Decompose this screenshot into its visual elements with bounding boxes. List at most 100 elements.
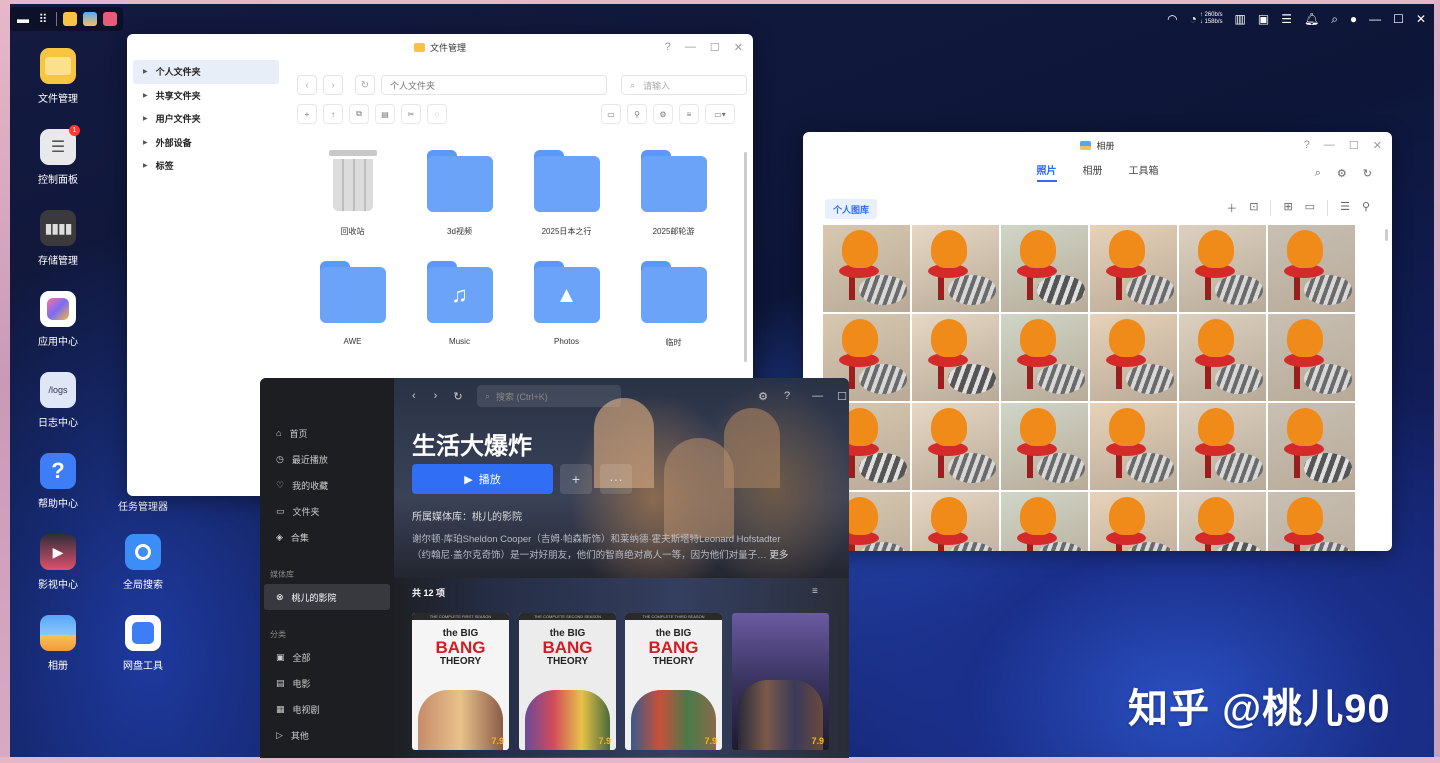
filter-button[interactable]: ⚲ xyxy=(627,104,647,124)
desktop-icon-log-center[interactable]: /logs 日志中心 xyxy=(23,372,93,429)
play-button[interactable]: ▶ 播放 xyxy=(412,464,553,494)
photo-thumbnail[interactable] xyxy=(1179,225,1266,312)
scrollbar[interactable] xyxy=(1385,229,1388,241)
gear-icon[interactable]: ⚙ xyxy=(1337,167,1347,180)
photo-thumbnail[interactable] xyxy=(1179,403,1266,490)
refresh-icon[interactable]: ↻ xyxy=(453,390,462,403)
close-icon[interactable]: ✕ xyxy=(1416,12,1426,26)
user-icon[interactable]: ● xyxy=(1350,12,1357,26)
photo-thumbnail[interactable] xyxy=(1179,492,1266,551)
search-input[interactable]: ⌕ 搜索 (Ctrl+K) xyxy=(477,385,621,407)
photo-thumbnail[interactable] xyxy=(1001,403,1088,490)
sort-button[interactable]: ≡ xyxy=(679,104,699,124)
photo-thumbnail[interactable] xyxy=(912,314,999,401)
folder-view-icon[interactable]: ▭ xyxy=(1305,200,1315,216)
add-button[interactable]: + xyxy=(560,464,592,494)
sidebar-item-home[interactable]: ⌂ 首页 xyxy=(264,420,390,446)
maximize-icon[interactable]: ☐ xyxy=(1393,12,1404,26)
sidebar-item-recent[interactable]: ◷ 最近播放 xyxy=(264,446,390,472)
window-titlebar[interactable]: 相册 ? — ☐ ✕ xyxy=(803,132,1392,158)
minimize-icon[interactable]: — xyxy=(1324,139,1335,151)
poster-card[interactable]: THE COMPLETE SECOND SEASON the BIG BANG TH… xyxy=(519,613,616,750)
desktop-icon-cloud-tool[interactable]: 网盘工具 xyxy=(108,615,178,672)
sidebar-item-shared[interactable]: ▶ 共享文件夹 xyxy=(133,84,279,108)
photo-thumbnail[interactable] xyxy=(1090,314,1177,401)
settings-button[interactable]: ⚙ xyxy=(653,104,673,124)
sidebar-item-all[interactable]: ▣ 全部 xyxy=(264,644,390,670)
file-item[interactable]: 3d视频 xyxy=(406,150,513,237)
face-scan-icon[interactable]: ⊡ xyxy=(1249,200,1258,216)
back-button[interactable]: ‹ xyxy=(297,75,317,95)
forward-button[interactable]: › xyxy=(323,75,343,95)
sidebar-item-collections[interactable]: ◈ 合集 xyxy=(264,524,390,550)
desktop-icon-storage[interactable]: ▮▮▮▮ 存储管理 xyxy=(23,210,93,267)
desktop-icon-media-center[interactable]: ▶ 影视中心 xyxy=(23,534,93,591)
sidebar-item-library[interactable]: ⊗ 桃儿的影院 xyxy=(264,584,390,610)
search-icon[interactable]: ⌕ xyxy=(1315,167,1321,180)
upload-button[interactable]: ↑ xyxy=(323,104,343,124)
file-item[interactable]: ♫ Music xyxy=(406,261,513,348)
photo-thumbnail[interactable] xyxy=(1268,492,1355,551)
grid-view-icon[interactable]: ⊞ xyxy=(1283,200,1292,216)
file-item[interactable]: ▲ Photos xyxy=(513,261,620,348)
photo-thumbnail[interactable] xyxy=(1090,225,1177,312)
sidebar-item-users[interactable]: ▶ 用户文件夹 xyxy=(133,107,279,131)
desktop-icon[interactable]: ▬ xyxy=(16,12,30,26)
poster-card[interactable]: THE COMPLETE THIRD SEASON the BIG BANG THE… xyxy=(625,613,722,750)
copy-button[interactable]: ⧉ xyxy=(349,104,369,124)
media-taskbar-icon[interactable] xyxy=(103,12,117,26)
sort-icon[interactable]: ≡ xyxy=(812,586,818,597)
library-selector[interactable]: 个人图库 xyxy=(825,199,878,219)
help-icon[interactable]: ? xyxy=(665,41,671,53)
file-item[interactable]: 回收站 xyxy=(299,150,406,237)
window-titlebar[interactable]: 文件管理 ? — ☐ ✕ xyxy=(127,34,753,60)
network-speed[interactable]: ◔ ↑ 260b/s ↓ 158b/s xyxy=(1190,12,1223,26)
photo-thumbnail[interactable] xyxy=(1268,403,1355,490)
dashboard-icon[interactable]: ◠ xyxy=(1167,12,1177,26)
filter-icon[interactable]: ⚲ xyxy=(1362,200,1370,216)
photo-thumbnail[interactable] xyxy=(1001,225,1088,312)
sidebar-item-personal[interactable]: ▶ 个人文件夹 xyxy=(133,60,279,84)
minimize-icon[interactable]: — xyxy=(685,41,696,53)
sidebar-item-other[interactable]: ▷ 其他 xyxy=(264,722,390,748)
desktop-icon-control-panel[interactable]: ☰ 1 控制面板 xyxy=(23,125,93,186)
back-icon[interactable]: ‹ xyxy=(412,390,416,402)
photo-thumbnail[interactable] xyxy=(1090,403,1177,490)
photos-taskbar-icon[interactable] xyxy=(83,12,97,26)
help-icon[interactable]: ? xyxy=(784,390,790,402)
maximize-icon[interactable]: ☐ xyxy=(1349,139,1359,152)
photo-thumbnail[interactable] xyxy=(1268,225,1355,312)
file-item[interactable]: 临时 xyxy=(620,261,727,348)
tab-albums[interactable]: 相册 xyxy=(1083,162,1103,182)
minimize-icon[interactable]: — xyxy=(1369,12,1381,26)
tasks-icon[interactable]: ☰ xyxy=(1281,12,1292,26)
photo-thumbnail[interactable] xyxy=(1090,492,1177,551)
desktop-icon-global-search[interactable]: 全局搜索 xyxy=(108,534,178,591)
desktop-icon-help-center[interactable]: ? 帮助中心 xyxy=(23,453,93,510)
monitor-icon[interactable]: ▣ xyxy=(1258,12,1269,26)
desktop-icon-file-manager[interactable]: 文件管理 xyxy=(23,48,93,105)
desktop-icon-photos[interactable]: 相册 xyxy=(23,615,93,672)
photo-thumbnail[interactable] xyxy=(1001,492,1088,551)
sidebar-item-tags[interactable]: ▶ 标签 xyxy=(133,154,279,178)
gear-icon[interactable]: ⚙ xyxy=(758,390,768,403)
minimize-icon[interactable]: — xyxy=(812,390,823,402)
bell-icon[interactable]: 🔔︎ xyxy=(1304,12,1319,26)
cut-button[interactable]: ✂ xyxy=(401,104,421,124)
file-item[interactable]: AWE xyxy=(299,261,406,348)
close-icon[interactable]: ✕ xyxy=(734,41,743,54)
poster-card[interactable]: 7.9 xyxy=(732,613,829,750)
path-field[interactable]: 个人文件夹 xyxy=(381,75,607,95)
refresh-icon[interactable]: ↻ xyxy=(1363,167,1372,180)
list-view-icon[interactable]: ☰ xyxy=(1340,200,1350,216)
lock-button[interactable]: ▭ xyxy=(601,104,621,124)
poster-card[interactable]: THE COMPLETE FIRST SEASON the BIG BANG THE… xyxy=(412,613,509,750)
sidebar-item-movies[interactable]: ▤ 电影 xyxy=(264,670,390,696)
maximize-icon[interactable]: ☐ xyxy=(837,390,847,403)
file-item[interactable]: 2025日本之行 xyxy=(513,150,620,237)
search-input[interactable]: ⌕ 请输入 xyxy=(621,75,747,95)
tab-toolbox[interactable]: 工具箱 xyxy=(1129,162,1159,182)
photo-thumbnail[interactable] xyxy=(912,492,999,551)
desktop-icon-app-center[interactable]: 应用中心 xyxy=(23,291,93,348)
help-icon[interactable]: ? xyxy=(1304,139,1310,151)
